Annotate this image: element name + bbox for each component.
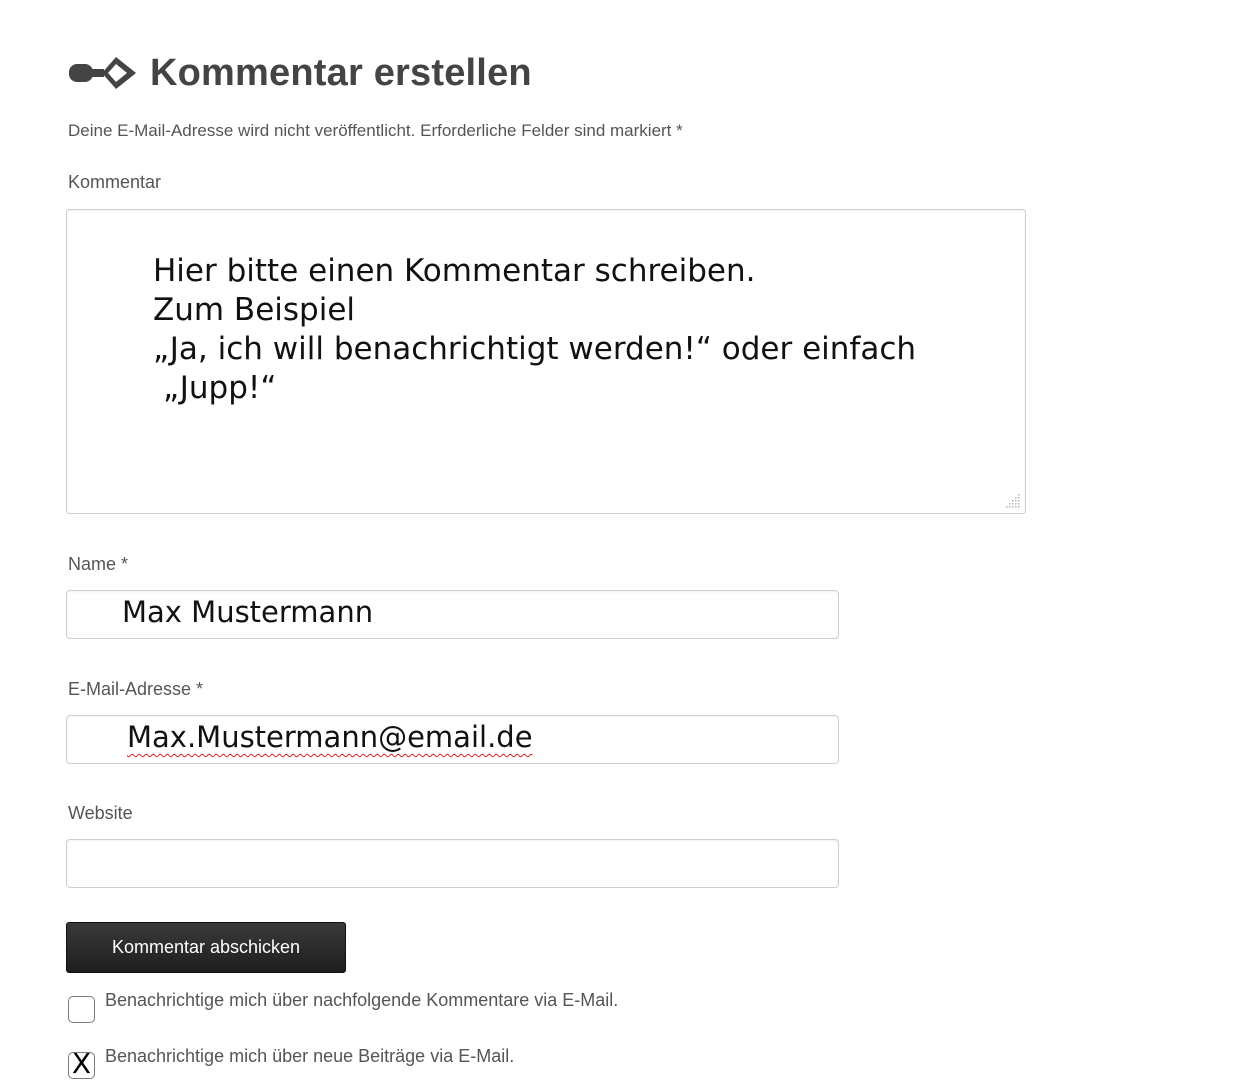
comment-line: Hier bitte einen Kommentar schreiben. <box>153 253 756 289</box>
comment-line: „Ja, ich will benachrichtigt werden!“ od… <box>153 331 917 367</box>
subscribe-comments-checkbox[interactable] <box>68 996 95 1023</box>
name-value: Max Mustermann <box>122 595 374 629</box>
name-label: Name * <box>68 554 129 574</box>
comment-label: Kommentar <box>68 172 162 192</box>
email-label: E-Mail-Adresse * <box>68 679 204 699</box>
comment-notes: Deine E-Mail-Adresse wird nicht veröffen… <box>68 121 683 140</box>
comment-form: Kommentar erstellen Deine E-Mail-Adresse… <box>66 0 1166 1080</box>
subscribe-comments-row[interactable]: Benachrichtige mich über nachfolgende Ko… <box>68 990 618 1023</box>
page-title: Kommentar erstellen <box>150 51 532 94</box>
comment-textarea[interactable]: Hier bitte einen Kommentar schreiben. Zum… <box>66 209 1026 514</box>
comment-heading: Kommentar erstellen <box>66 38 532 108</box>
key-arrow-icon <box>66 53 142 93</box>
subscribe-posts-checkbox[interactable]: X <box>68 1047 95 1080</box>
email-field[interactable]: Max.Mustermann@email.de <box>66 715 839 764</box>
subscribe-posts-row[interactable]: X Benachrichtige mich über neue Beiträge… <box>68 1046 515 1080</box>
website-label: Website <box>68 803 133 823</box>
resize-grip-icon[interactable] <box>1005 493 1021 509</box>
subscribe-posts-label: Benachrichtige mich über neue Beiträge v… <box>105 1046 515 1066</box>
comment-text: Hier bitte einen Kommentar schreiben. Zum… <box>153 252 916 408</box>
submit-comment-button[interactable]: Kommentar abschicken <box>66 922 346 973</box>
email-value: Max.Mustermann@email.de <box>127 720 533 754</box>
website-field[interactable] <box>66 839 839 888</box>
name-field[interactable]: Max Mustermann <box>66 590 839 639</box>
comment-line: Zum Beispiel <box>153 292 356 328</box>
comment-line: „Jupp!“ <box>163 370 277 406</box>
subscribe-comments-label: Benachrichtige mich über nachfolgende Ko… <box>105 990 619 1010</box>
checkbox-mark: X <box>71 1047 92 1080</box>
